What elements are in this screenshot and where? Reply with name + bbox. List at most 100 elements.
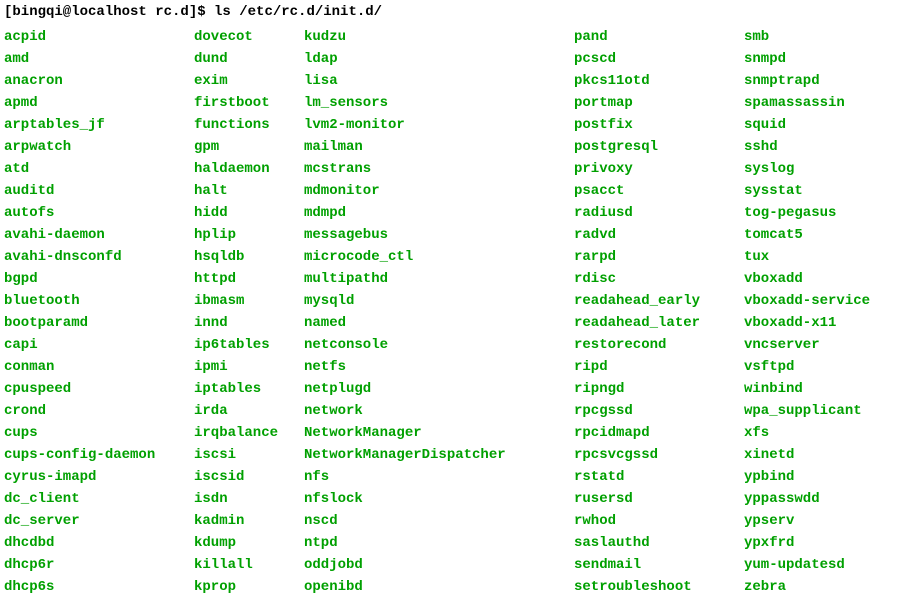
column-5: smbsnmpdsnmptrapdspamassassinsquidsshdsy… xyxy=(744,26,870,598)
file-entry: halt xyxy=(194,180,304,202)
file-entry: winbind xyxy=(744,378,870,400)
file-entry: wpa_supplicant xyxy=(744,400,870,422)
file-entry: arptables_jf xyxy=(4,114,194,136)
file-entry: multipathd xyxy=(304,268,574,290)
file-entry: xfs xyxy=(744,422,870,444)
file-entry: smb xyxy=(744,26,870,48)
file-entry: irda xyxy=(194,400,304,422)
file-entry: mcstrans xyxy=(304,158,574,180)
file-entry: oddjobd xyxy=(304,554,574,576)
file-entry: netfs xyxy=(304,356,574,378)
file-entry: dhcdbd xyxy=(4,532,194,554)
file-entry: spamassassin xyxy=(744,92,870,114)
column-2: dovecotdundeximfirstbootfunctionsgpmhald… xyxy=(194,26,304,598)
file-entry: tog-pegasus xyxy=(744,202,870,224)
file-entry: rdisc xyxy=(574,268,744,290)
column-3: kudzuldaplisalm_sensorslvm2-monitormailm… xyxy=(304,26,574,598)
file-entry: functions xyxy=(194,114,304,136)
file-entry: snmptrapd xyxy=(744,70,870,92)
file-entry: NetworkManager xyxy=(304,422,574,444)
file-entry: rpcidmapd xyxy=(574,422,744,444)
file-entry: hplip xyxy=(194,224,304,246)
file-entry: auditd xyxy=(4,180,194,202)
file-entry: capi xyxy=(4,334,194,356)
file-entry: rstatd xyxy=(574,466,744,488)
file-entry: ipmi xyxy=(194,356,304,378)
file-entry: lvm2-monitor xyxy=(304,114,574,136)
file-entry: kdump xyxy=(194,532,304,554)
file-entry: iscsid xyxy=(194,466,304,488)
file-entry: rarpd xyxy=(574,246,744,268)
file-entry: saslauthd xyxy=(574,532,744,554)
file-entry: pand xyxy=(574,26,744,48)
file-entry: anacron xyxy=(4,70,194,92)
file-entry: netplugd xyxy=(304,378,574,400)
file-entry: iscsi xyxy=(194,444,304,466)
file-entry: privoxy xyxy=(574,158,744,180)
column-4: pandpcscdpkcs11otdportmappostfixpostgres… xyxy=(574,26,744,598)
file-entry: squid xyxy=(744,114,870,136)
file-entry: kudzu xyxy=(304,26,574,48)
file-entry: rpcsvcgssd xyxy=(574,444,744,466)
file-entry: killall xyxy=(194,554,304,576)
file-entry: vboxadd-service xyxy=(744,290,870,312)
file-entry: mysqld xyxy=(304,290,574,312)
file-entry: tux xyxy=(744,246,870,268)
column-1: acpidamdanacronapmdarptables_jfarpwatcha… xyxy=(4,26,194,598)
file-entry: lisa xyxy=(304,70,574,92)
file-entry: dc_server xyxy=(4,510,194,532)
file-entry: firstboot xyxy=(194,92,304,114)
file-entry: innd xyxy=(194,312,304,334)
file-entry: syslog xyxy=(744,158,870,180)
file-entry: atd xyxy=(4,158,194,180)
file-entry: network xyxy=(304,400,574,422)
file-entry: amd xyxy=(4,48,194,70)
file-entry: vboxadd-x11 xyxy=(744,312,870,334)
file-entry: radiusd xyxy=(574,202,744,224)
file-entry: acpid xyxy=(4,26,194,48)
file-entry: named xyxy=(304,312,574,334)
file-entry: ypxfrd xyxy=(744,532,870,554)
file-entry: portmap xyxy=(574,92,744,114)
file-entry: isdn xyxy=(194,488,304,510)
file-entry: pkcs11otd xyxy=(574,70,744,92)
file-entry: NetworkManagerDispatcher xyxy=(304,444,574,466)
file-entry: autofs xyxy=(4,202,194,224)
file-entry: postgresql xyxy=(574,136,744,158)
file-entry: nscd xyxy=(304,510,574,532)
file-entry: crond xyxy=(4,400,194,422)
file-entry: rusersd xyxy=(574,488,744,510)
file-entry: dhcp6r xyxy=(4,554,194,576)
file-entry: ripngd xyxy=(574,378,744,400)
file-entry: cups xyxy=(4,422,194,444)
file-entry: snmpd xyxy=(744,48,870,70)
file-entry: postfix xyxy=(574,114,744,136)
file-entry: tomcat5 xyxy=(744,224,870,246)
file-entry: dovecot xyxy=(194,26,304,48)
file-entry: ripd xyxy=(574,356,744,378)
file-entry: dc_client xyxy=(4,488,194,510)
file-entry: ypserv xyxy=(744,510,870,532)
file-entry: microcode_ctl xyxy=(304,246,574,268)
file-entry: ldap xyxy=(304,48,574,70)
file-entry: cpuspeed xyxy=(4,378,194,400)
file-entry: mdmpd xyxy=(304,202,574,224)
file-entry: httpd xyxy=(194,268,304,290)
file-entry: messagebus xyxy=(304,224,574,246)
file-entry: hidd xyxy=(194,202,304,224)
file-entry: dhcp6s xyxy=(4,576,194,598)
file-entry: sendmail xyxy=(574,554,744,576)
file-entry: nfslock xyxy=(304,488,574,510)
file-entry: readahead_early xyxy=(574,290,744,312)
file-entry: ypbind xyxy=(744,466,870,488)
file-entry: yppasswdd xyxy=(744,488,870,510)
file-entry: sysstat xyxy=(744,180,870,202)
file-entry: vncserver xyxy=(744,334,870,356)
shell-prompt: [bingqi@localhost rc.d]$ ls /etc/rc.d/in… xyxy=(4,4,910,20)
file-entry: mailman xyxy=(304,136,574,158)
file-entry: kadmin xyxy=(194,510,304,532)
file-entry: cups-config-daemon xyxy=(4,444,194,466)
file-entry: ntpd xyxy=(304,532,574,554)
file-entry: vboxadd xyxy=(744,268,870,290)
file-entry: arpwatch xyxy=(4,136,194,158)
